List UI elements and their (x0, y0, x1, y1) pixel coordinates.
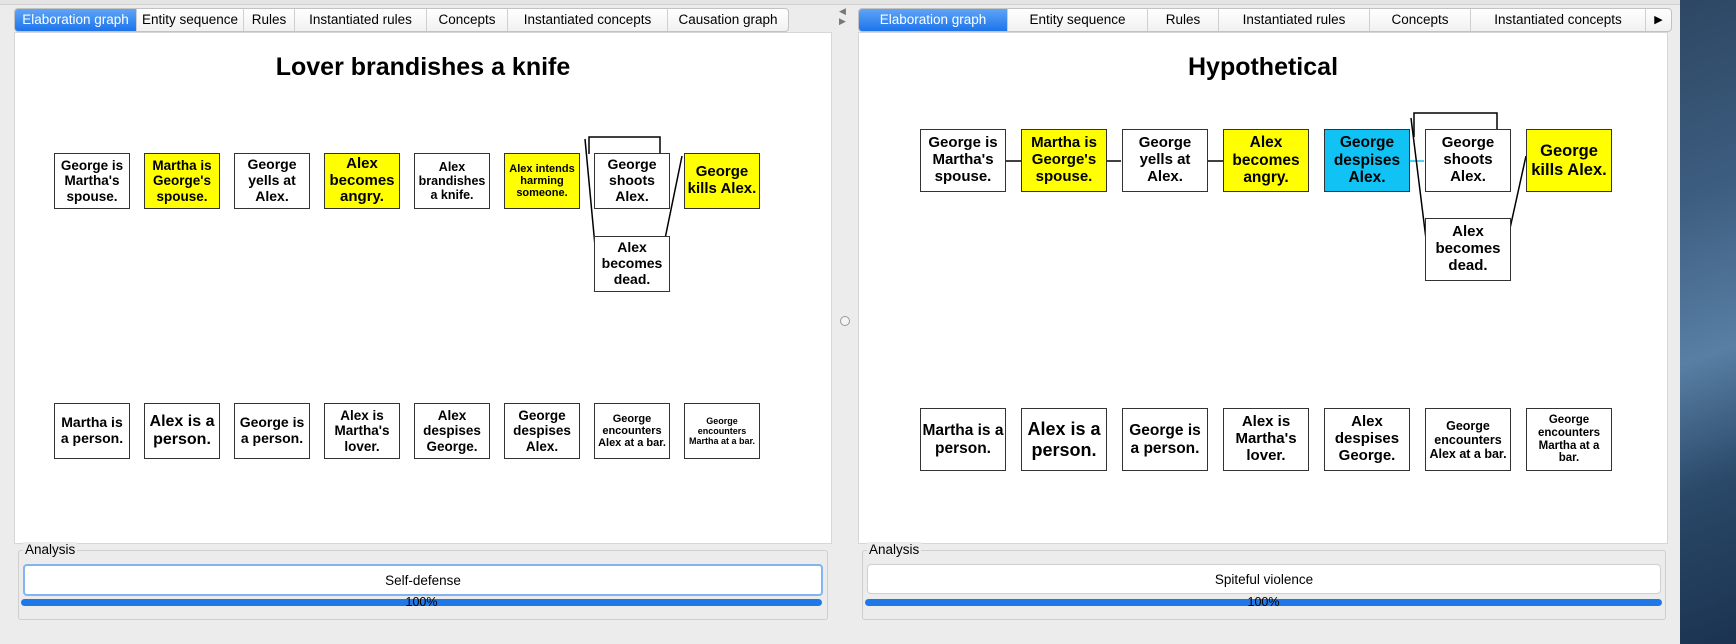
tab-instantiated-concepts[interactable]: Instantiated concepts (1471, 9, 1646, 31)
graph-node[interactable]: George encounters Alex at a bar. (1425, 408, 1511, 471)
graph-node[interactable]: Martha is a person. (920, 408, 1006, 471)
graph-node[interactable]: Alex becomes dead. (594, 236, 670, 292)
graph-node[interactable]: George is a person. (234, 403, 310, 459)
tab-rules[interactable]: Rules (244, 9, 295, 31)
graph-node[interactable]: George is a person. (1122, 408, 1208, 471)
edge (588, 136, 661, 154)
window-top-strip (0, 0, 1680, 5)
graph-node[interactable]: George despises Alex. (504, 403, 580, 459)
graph-node[interactable]: Alex despises George. (1324, 408, 1410, 471)
analysis-legend: Analysis (867, 542, 922, 557)
graph-node[interactable]: Alex is a person. (1021, 408, 1107, 471)
collapse-right-arrow-icon[interactable]: ▶ (839, 16, 846, 27)
analysis-result-field[interactable]: Self-defense (23, 564, 823, 596)
analysis-progress-bar: 100% (21, 595, 822, 609)
right-tab-bar: Elaboration graph Entity sequence Rules … (858, 8, 1672, 32)
analysis-progress-bar: 100% (865, 595, 1662, 609)
analysis-panel: Analysis Spiteful violence 100% (862, 542, 1666, 620)
analysis-panel: Analysis Self-defense 100% (18, 542, 828, 620)
tab-rules[interactable]: Rules (1148, 9, 1219, 31)
tab-entity-sequence[interactable]: Entity sequence (1008, 9, 1148, 31)
graph-node[interactable]: George shoots Alex. (1425, 129, 1511, 192)
graph-node[interactable]: George encounters Martha at a bar. (684, 403, 760, 459)
graph-node[interactable]: George is Martha's spouse. (54, 153, 130, 209)
graph-node[interactable]: Alex despises George. (414, 403, 490, 459)
graph-node[interactable]: George shoots Alex. (594, 153, 670, 209)
tab-instantiated-concepts[interactable]: Instantiated concepts (508, 9, 668, 31)
graph-node[interactable]: George encounters Martha at a bar. (1526, 408, 1612, 471)
tab-causation-graph[interactable]: Causation graph (668, 9, 788, 31)
graph-node[interactable]: Alex brandishes a knife. (414, 153, 490, 209)
graph-node[interactable]: Martha is George's spouse. (144, 153, 220, 209)
left-tab-bar: Elaboration graph Entity sequence Rules … (14, 8, 789, 32)
graph-node[interactable]: George yells at Alex. (234, 153, 310, 209)
graph-node[interactable]: Alex becomes dead. (1425, 218, 1511, 281)
tab-instantiated-rules[interactable]: Instantiated rules (1219, 9, 1370, 31)
graph-node[interactable]: George is Martha's spouse. (920, 129, 1006, 192)
graph-node[interactable]: Alex intends harming someone. (504, 153, 580, 209)
graph-node[interactable]: Alex becomes angry. (324, 153, 400, 209)
graph-node[interactable]: Martha is a person. (54, 403, 130, 459)
tab-concepts[interactable]: Concepts (1370, 9, 1471, 31)
splitter-grip-icon[interactable] (840, 316, 850, 326)
graph-node[interactable]: George encounters Alex at a bar. (594, 403, 670, 459)
graph-node[interactable]: George yells at Alex. (1122, 129, 1208, 192)
progress-label: 100% (405, 595, 438, 609)
desktop-background (1680, 0, 1736, 644)
tab-entity-sequence[interactable]: Entity sequence (137, 9, 244, 31)
tab-concepts[interactable]: Concepts (427, 9, 508, 31)
pane-splitter[interactable]: ◀ ▶ (834, 6, 854, 626)
right-pane: Elaboration graph Entity sequence Rules … (858, 8, 1672, 626)
graph-node[interactable]: Alex is a person. (144, 403, 220, 459)
tab-elaboration-graph[interactable]: Elaboration graph (15, 9, 137, 31)
elaboration-graph-canvas[interactable]: Lover brandishes a knife George is Marth… (14, 32, 832, 544)
analysis-result-field[interactable]: Spiteful violence (867, 564, 1661, 594)
graph-node[interactable]: George kills Alex. (1526, 129, 1612, 192)
graph-node[interactable]: Alex is Martha's lover. (324, 403, 400, 459)
graph-node[interactable]: Martha is George's spouse. (1021, 129, 1107, 192)
graph-node[interactable]: George kills Alex. (684, 153, 760, 209)
triangle-right-icon[interactable]: ▶ (1646, 9, 1671, 31)
elaboration-graph-canvas[interactable]: Hypothetical George is Martha's spouse. … (858, 32, 1668, 544)
left-pane: Elaboration graph Entity sequence Rules … (14, 8, 832, 626)
graph-node[interactable]: Alex becomes angry. (1223, 129, 1309, 192)
analysis-legend: Analysis (23, 542, 78, 557)
tab-elaboration-graph[interactable]: Elaboration graph (859, 9, 1008, 31)
tab-instantiated-rules[interactable]: Instantiated rules (295, 9, 427, 31)
graph-edges (105, 136, 683, 269)
graph-node[interactable]: George despises Alex. (1324, 129, 1410, 192)
progress-label: 100% (1247, 595, 1280, 609)
graph-node[interactable]: Alex is Martha's lover. (1223, 408, 1309, 471)
